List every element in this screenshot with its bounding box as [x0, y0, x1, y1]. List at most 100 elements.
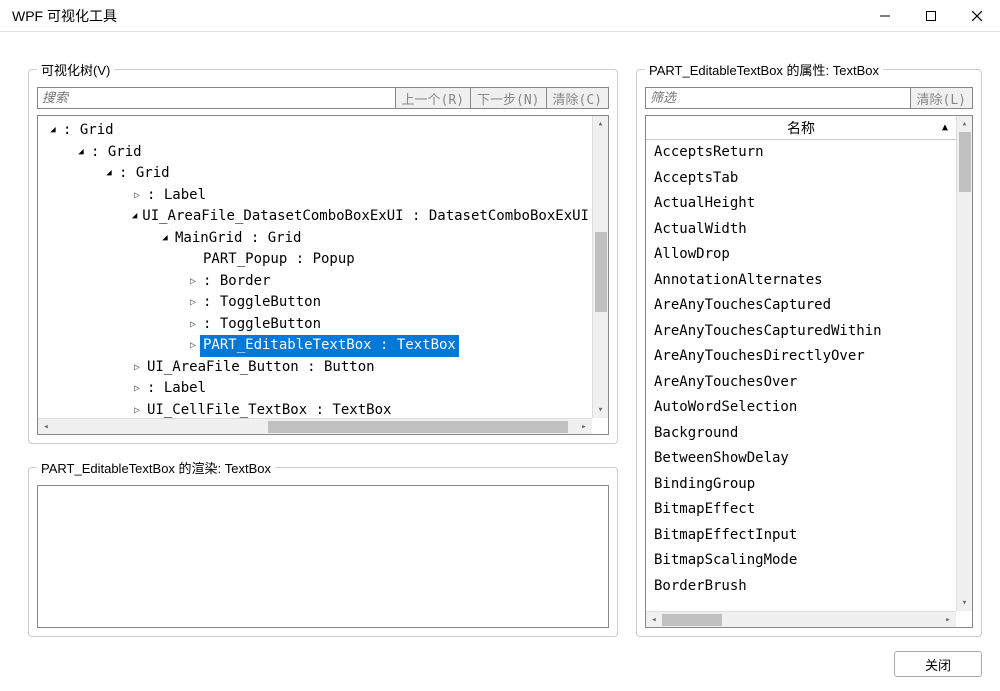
tree-row[interactable]: ▷ : Label — [38, 185, 592, 207]
props-vertical-scrollbar[interactable]: ▴ ▾ — [956, 116, 972, 611]
window-title: WPF 可视化工具 — [12, 6, 862, 26]
property-row[interactable]: BorderBrush — [646, 574, 956, 600]
tree-node-label[interactable]: UI_AreaFile_Button : Button — [144, 357, 378, 379]
scroll-thumb[interactable] — [662, 614, 722, 626]
tree-collapse-icon[interactable]: ▷ — [186, 292, 200, 314]
properties-legend: PART_EditableTextBox 的属性: TextBox — [645, 60, 883, 79]
tree-content[interactable]: ◢ : Grid◢ : Grid◢ : Grid▷ : Label◢UI_Are… — [38, 116, 592, 418]
tree-node-label[interactable]: : Label — [144, 378, 209, 400]
property-row[interactable]: AnnotationAlternates — [646, 268, 956, 294]
property-row[interactable]: Background — [646, 421, 956, 447]
property-name: AcceptsReturn — [654, 140, 914, 166]
props-horizontal-scrollbar[interactable]: ◂ ▸ — [646, 611, 956, 627]
tree-node-label[interactable]: PART_Popup : Popup — [200, 249, 358, 271]
minimize-icon — [880, 11, 890, 21]
scroll-up-icon[interactable]: ▴ — [957, 116, 972, 132]
tree-expand-icon[interactable]: ◢ — [130, 206, 139, 228]
tree-node-label[interactable]: UI_AreaFile_DatasetComboBoxExUI : Datase… — [139, 206, 592, 228]
tree-node-label[interactable]: MainGrid : Grid — [172, 228, 304, 250]
tree-row[interactable]: ▷ : ToggleButton — [38, 314, 592, 336]
properties-header-label: 名称 — [787, 118, 815, 138]
tree-collapse-icon[interactable]: ▷ — [130, 400, 144, 419]
property-row[interactable]: BitmapEffectInput — [646, 523, 956, 549]
tree-collapse-icon[interactable]: ▷ — [186, 314, 200, 336]
maximize-button[interactable] — [908, 0, 954, 32]
filter-input[interactable] — [645, 87, 911, 109]
tree-row[interactable]: ▷PART_EditableTextBox : TextBox — [38, 335, 592, 357]
tree-node-label[interactable]: : ToggleButton — [200, 314, 324, 336]
tree-row[interactable]: ◢ : Grid — [38, 120, 592, 142]
tree-node-label[interactable]: : Border — [200, 271, 273, 293]
tree-collapse-icon[interactable]: ▷ — [130, 185, 144, 207]
tree-collapse-icon[interactable]: ▷ — [130, 378, 144, 400]
window-controls — [862, 0, 1000, 32]
tree-expand-icon[interactable]: ◢ — [46, 120, 60, 142]
tree-row[interactable]: ▷ : ToggleButton — [38, 292, 592, 314]
property-row[interactable]: AreAnyTouchesCapturedWithin — [646, 319, 956, 345]
tree-node-label[interactable]: PART_EditableTextBox : TextBox — [200, 335, 459, 357]
scroll-up-icon[interactable]: ▴ — [593, 116, 608, 132]
tree-node-label[interactable]: : Grid — [116, 163, 173, 185]
property-row[interactable]: BitmapEffect — [646, 497, 956, 523]
tree-vertical-scrollbar[interactable]: ▴ ▾ — [592, 116, 608, 418]
close-button[interactable]: 关闭 — [894, 651, 982, 677]
tree-collapse-icon[interactable]: ▷ — [186, 271, 200, 293]
properties-header[interactable]: 名称 ▲ — [646, 116, 956, 140]
tree-row[interactable]: ◢ : Grid — [38, 142, 592, 164]
tree-node-label[interactable]: : Label — [144, 185, 209, 207]
tree-node-label[interactable]: : ToggleButton — [200, 292, 324, 314]
tree-search-row: 上一个(R) 下一步(N) 清除(C) — [37, 87, 609, 109]
property-row[interactable]: BitmapScalingMode — [646, 548, 956, 574]
properties-list[interactable]: AcceptsReturnAcceptsTabActualHeightActua… — [646, 140, 956, 611]
tree-expand-icon[interactable]: ◢ — [74, 142, 88, 164]
property-row[interactable]: AcceptsReturn — [646, 140, 956, 166]
tree-node-label[interactable]: : Grid — [60, 120, 117, 142]
property-row[interactable]: ActualWidth — [646, 217, 956, 243]
tree-row[interactable]: ▷UI_AreaFile_Button : Button — [38, 357, 592, 379]
scroll-thumb[interactable] — [595, 232, 607, 312]
property-row[interactable]: BindingGroup — [646, 472, 956, 498]
scroll-right-icon[interactable]: ▸ — [940, 612, 956, 627]
prev-button[interactable]: 上一个(R) — [395, 87, 471, 109]
tree-search-input[interactable] — [37, 87, 396, 109]
tree-collapse-icon[interactable]: ▷ — [130, 357, 144, 379]
property-row[interactable]: AcceptsTab — [646, 166, 956, 192]
tree-row[interactable]: ◢MainGrid : Grid — [38, 228, 592, 250]
next-button[interactable]: 下一步(N) — [470, 87, 546, 109]
scroll-right-icon[interactable]: ▸ — [576, 419, 592, 434]
tree-collapse-icon[interactable]: ▷ — [186, 335, 200, 357]
tree-node-label[interactable]: : Grid — [88, 142, 145, 164]
tree-row[interactable]: ▷ : Label — [38, 378, 592, 400]
scroll-left-icon[interactable]: ◂ — [646, 612, 662, 627]
property-row[interactable]: BetweenShowDelay — [646, 446, 956, 472]
scroll-down-icon[interactable]: ▾ — [957, 595, 972, 611]
minimize-button[interactable] — [862, 0, 908, 32]
tree-horizontal-scrollbar[interactable]: ◂ ▸ — [38, 418, 592, 434]
property-row[interactable]: AreAnyTouchesCaptured — [646, 293, 956, 319]
property-name: ActualWidth — [654, 217, 914, 243]
filter-clear-button[interactable]: 清除(L) — [910, 87, 973, 109]
tree-row[interactable]: PART_Popup : Popup — [38, 249, 592, 271]
clear-button[interactable]: 清除(C) — [546, 87, 609, 109]
tree-row[interactable]: ◢UI_AreaFile_DatasetComboBoxExUI : Datas… — [38, 206, 592, 228]
property-name: BitmapEffect — [654, 497, 914, 523]
property-row[interactable]: AreAnyTouchesOver — [646, 370, 956, 396]
scroll-left-icon[interactable]: ◂ — [38, 419, 54, 434]
property-name: ActualHeight — [654, 191, 914, 217]
close-window-button[interactable] — [954, 0, 1000, 32]
tree-node-label[interactable]: UI_CellFile_TextBox : TextBox — [144, 400, 394, 419]
property-row[interactable]: AreAnyTouchesDirectlyOver — [646, 344, 956, 370]
tree-expand-icon[interactable]: ◢ — [158, 228, 172, 250]
property-row[interactable]: AutoWordSelection — [646, 395, 956, 421]
scroll-thumb[interactable] — [959, 132, 971, 192]
scroll-down-icon[interactable]: ▾ — [593, 402, 608, 418]
tree-row[interactable]: ▷UI_CellFile_TextBox : TextBox — [38, 400, 592, 419]
scroll-thumb[interactable] — [268, 421, 568, 433]
property-row[interactable]: AllowDrop — [646, 242, 956, 268]
tree-row[interactable]: ▷ : Border — [38, 271, 592, 293]
property-row[interactable]: ActualHeight — [646, 191, 956, 217]
sort-asc-icon: ▲ — [942, 122, 948, 133]
tree-expand-icon[interactable]: ◢ — [102, 163, 116, 185]
tree-row[interactable]: ◢ : Grid — [38, 163, 592, 185]
property-name: AutoWordSelection — [654, 395, 914, 421]
